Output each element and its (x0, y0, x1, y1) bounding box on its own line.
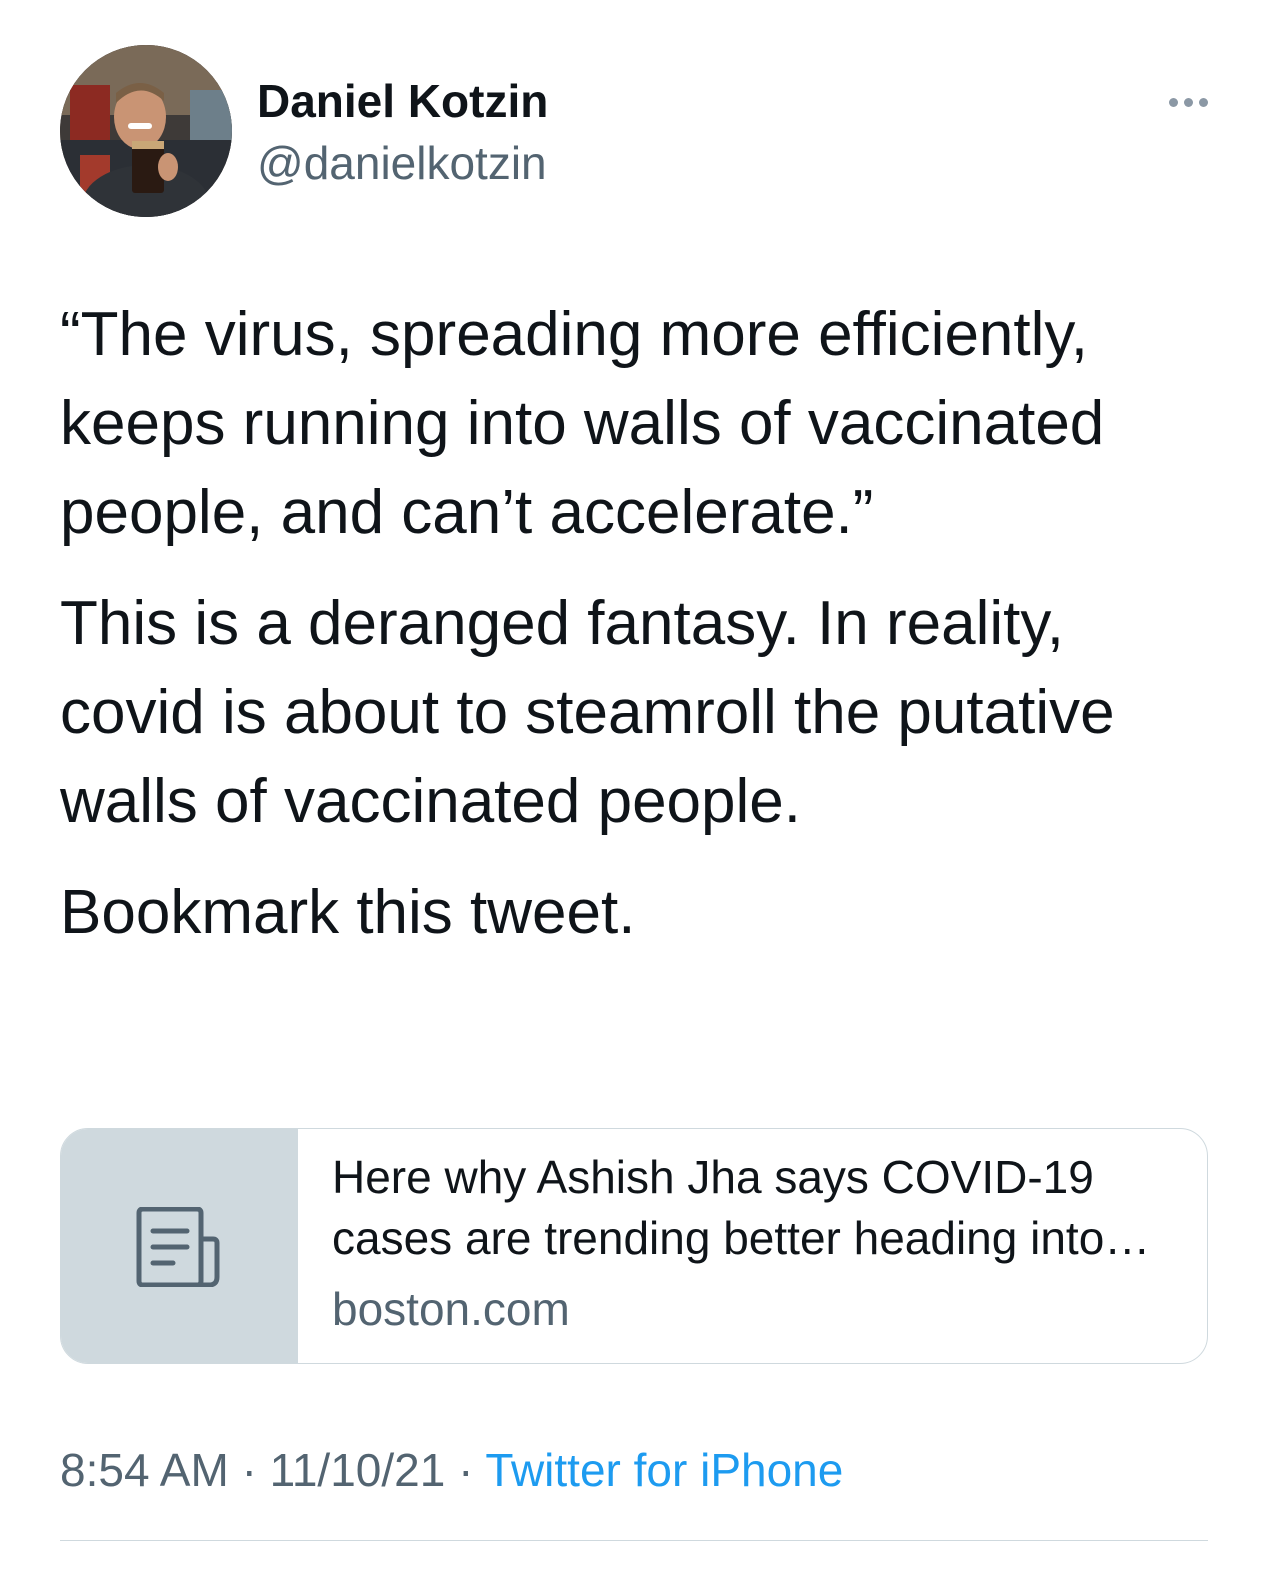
avatar-photo (60, 45, 232, 217)
tweet-time[interactable]: 8:54 AM (60, 1444, 229, 1496)
tweet-paragraph: This is a deranged fantasy. In reality, … (60, 589, 1115, 836)
link-card[interactable]: Here why Ashish Jha says COVID-19 cases … (60, 1128, 1208, 1364)
link-card-domain: boston.com (332, 1283, 570, 1335)
tweet-source-link[interactable]: Twitter for iPhone (485, 1444, 843, 1496)
more-options-button[interactable] (1148, 87, 1208, 117)
tweet-meta: 8:54 AM · 11/10/21 · Twitter for iPhone (60, 1440, 843, 1500)
meta-separator: · (241, 1444, 257, 1496)
tweet-date[interactable]: 11/10/21 (270, 1444, 446, 1496)
article-icon (136, 1207, 220, 1287)
divider (60, 1540, 1208, 1541)
link-card-thumbnail (61, 1129, 298, 1363)
more-dot-icon (1184, 97, 1193, 107)
author-names: Daniel Kotzin @danielkotzin (257, 73, 548, 191)
tweet-paragraph: Bookmark this tweet. (60, 878, 636, 947)
link-card-title: Here why Ashish Jha says COVID-19 cases … (332, 1151, 1105, 1264)
more-dot-icon (1169, 97, 1178, 107)
tweet-header: Daniel Kotzin @danielkotzin (60, 45, 1208, 217)
link-card-info: Here why Ashish Jha says COVID-19 cases … (298, 1129, 1207, 1363)
more-dot-icon (1199, 97, 1208, 107)
meta-separator: · (458, 1444, 474, 1496)
avatar[interactable] (60, 45, 232, 217)
tweet-text: “The virus, spreading more efficiently, … (60, 290, 1208, 957)
display-name[interactable]: Daniel Kotzin (257, 73, 548, 129)
tweet-paragraph: “The virus, spreading more efficiently, … (60, 300, 1105, 547)
handle[interactable]: @danielkotzin (257, 135, 548, 191)
tweet: Daniel Kotzin @danielkotzin “The virus, … (60, 0, 1208, 1588)
